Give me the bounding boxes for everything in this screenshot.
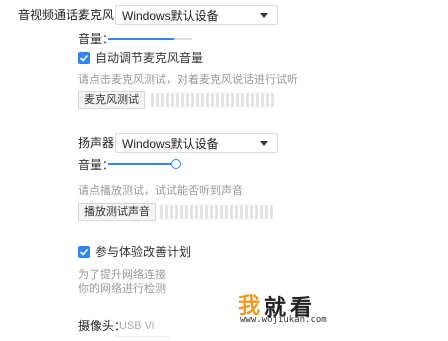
meter-bar	[191, 93, 194, 107]
meter-bar	[205, 205, 208, 219]
meter-bar	[195, 205, 198, 219]
meter-bar	[231, 93, 234, 107]
chevron-down-icon	[260, 13, 268, 18]
microphone-device-value: Windows默认设备	[122, 9, 219, 23]
meter-bar	[235, 205, 238, 219]
meter-bar	[246, 93, 249, 107]
experience-desc-line2: 你的网络进行检测	[78, 283, 166, 295]
watermark-url: www.wojiukan.com	[240, 315, 327, 325]
camera-device-select[interactable]: USB Vi	[115, 314, 170, 337]
meter-bar	[266, 93, 269, 107]
meter-bar	[245, 205, 248, 219]
meter-bar	[176, 93, 179, 107]
meter-bar	[260, 205, 263, 219]
microphone-volume-fill	[108, 38, 174, 40]
experience-plan-label: 参与体验改善计划	[95, 245, 192, 259]
meter-bar	[185, 205, 188, 219]
meter-bar	[216, 93, 219, 107]
meter-bar	[256, 93, 259, 107]
meter-bar	[226, 93, 229, 107]
meter-bar	[236, 93, 239, 107]
experience-desc-line1: 为了提升网络连接	[78, 269, 166, 281]
meter-bar	[156, 93, 159, 107]
speaker-device-value: Windows默认设备	[122, 137, 219, 151]
check-icon	[79, 248, 89, 256]
meter-bar	[181, 93, 184, 107]
meter-bar	[241, 93, 244, 107]
meter-bar	[221, 93, 224, 107]
meter-bar	[211, 93, 214, 107]
meter-bar	[200, 205, 203, 219]
speaker-test-button[interactable]: 播放测试声音	[78, 203, 156, 221]
meter-bar	[165, 205, 168, 219]
meter-bar	[170, 205, 173, 219]
meter-bar	[186, 93, 189, 107]
speaker-test-hint: 请点播放测试，试试能否听到声音	[78, 185, 243, 197]
meter-bar	[255, 205, 258, 219]
meter-bar	[190, 205, 193, 219]
check-icon	[79, 54, 89, 62]
microphone-test-hint: 请点击麦克风测试，对着麦克风说话进行试听	[78, 74, 298, 86]
speaker-volume-knob[interactable]	[171, 159, 181, 169]
meter-bar	[206, 93, 209, 107]
meter-bar	[250, 205, 253, 219]
meter-bar	[265, 205, 268, 219]
microphone-test-button[interactable]: 麦克风测试	[78, 91, 145, 109]
auto-adjust-checkbox[interactable]	[78, 52, 90, 64]
speaker-level-meter	[160, 205, 273, 219]
meter-bar	[261, 93, 264, 107]
microphone-level-meter	[151, 93, 274, 107]
meter-bar	[230, 205, 233, 219]
speaker-device-select[interactable]: Windows默认设备	[115, 133, 278, 153]
experience-plan-checkbox[interactable]	[78, 246, 90, 258]
meter-bar	[270, 205, 273, 219]
chevron-down-icon	[260, 141, 268, 146]
meter-bar	[215, 205, 218, 219]
meter-bar	[160, 205, 163, 219]
meter-bar	[220, 205, 223, 219]
meter-bar	[225, 205, 228, 219]
speaker-volume-fill	[108, 163, 176, 165]
camera-device-value: USB Vi	[119, 320, 155, 332]
meter-bar	[201, 93, 204, 107]
auto-adjust-label: 自动调节麦克风音量	[95, 51, 204, 65]
meter-bar	[151, 93, 154, 107]
meter-bar	[180, 205, 183, 219]
meter-bar	[251, 93, 254, 107]
meter-bar	[161, 93, 164, 107]
meter-bar	[166, 93, 169, 107]
microphone-device-select[interactable]: Windows默认设备	[115, 5, 278, 25]
speaker-volume-label: 音量：	[78, 158, 115, 172]
meter-bar	[175, 205, 178, 219]
meter-bar	[171, 93, 174, 107]
meter-bar	[240, 205, 243, 219]
meter-bar	[196, 93, 199, 107]
watermark-logo: 我 就 看 www.wojiukan.com	[238, 288, 348, 328]
meter-bar	[210, 205, 213, 219]
meter-bar	[271, 93, 274, 107]
